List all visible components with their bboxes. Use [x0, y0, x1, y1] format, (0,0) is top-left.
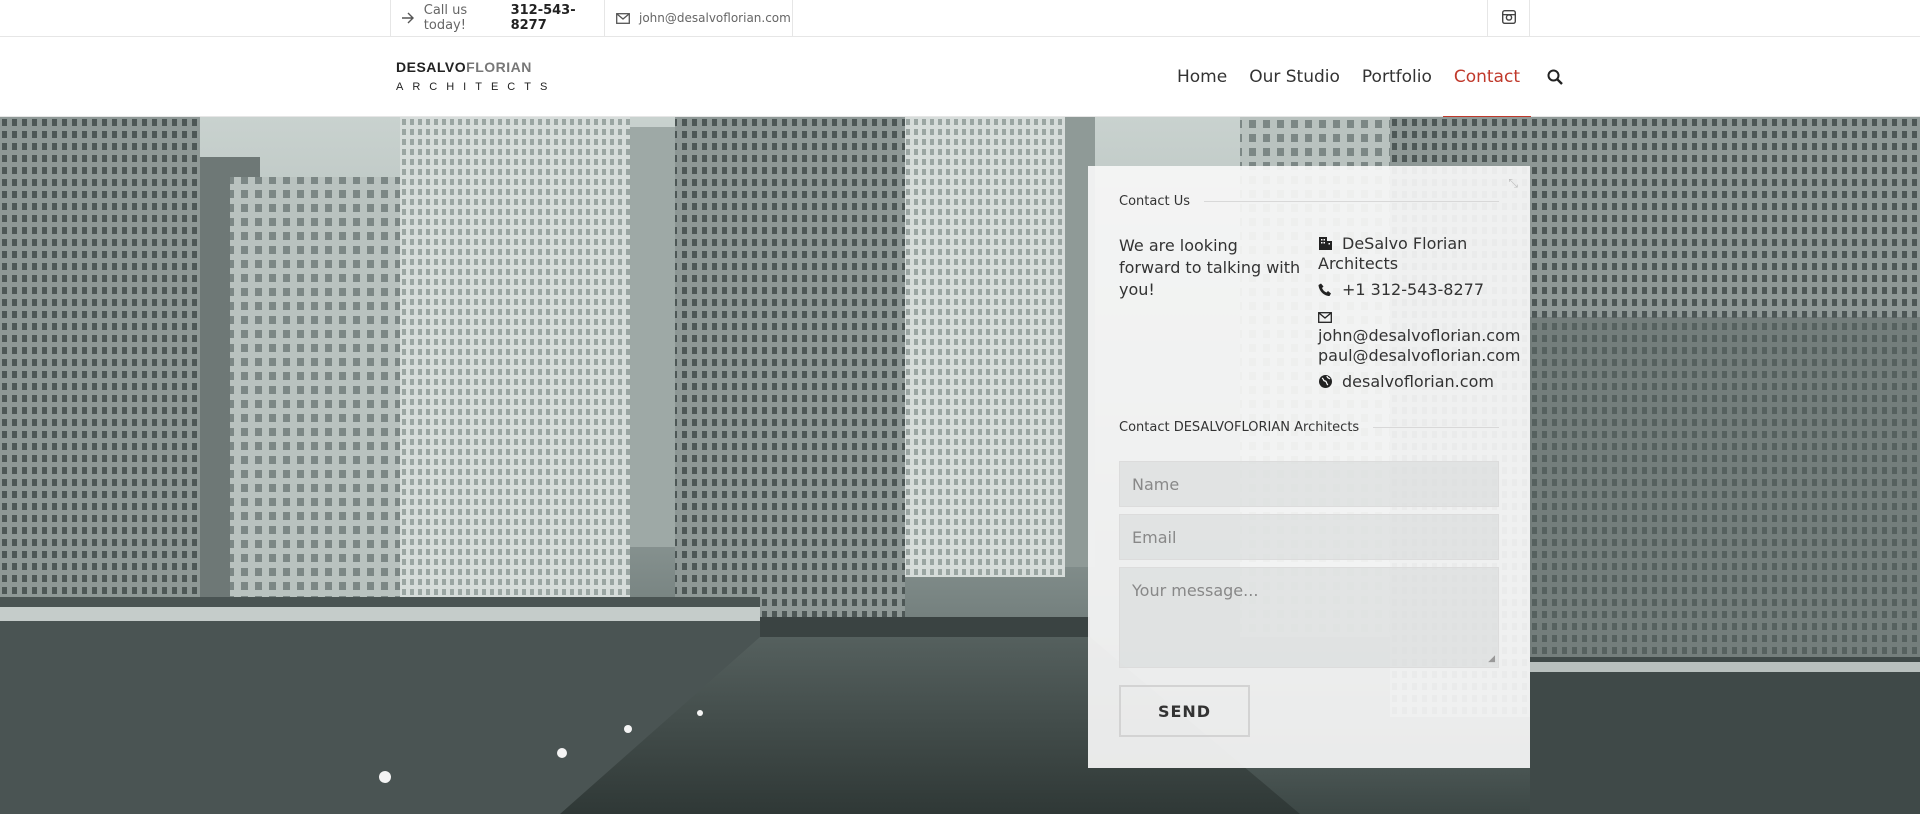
site-header: DESALVOFLORIAN ARCHITECTS Home Our Studi… — [0, 37, 1920, 118]
hero-background-image — [0, 117, 1920, 814]
divider — [1204, 201, 1499, 202]
company-name: DeSalvo Florian Architects — [1318, 234, 1468, 273]
nav-portfolio[interactable]: Portfolio — [1351, 37, 1443, 117]
nav-our-studio[interactable]: Our Studio — [1238, 37, 1351, 117]
arrow-right-icon — [401, 10, 416, 26]
message-placeholder: Your message... — [1132, 581, 1259, 600]
contact-us-title: Contact Us — [1119, 194, 1190, 209]
nav-contact[interactable]: Contact — [1442, 37, 1532, 118]
top-bar-inner: Call us today! 312-543-8277 john@desalvo… — [390, 0, 1530, 36]
resize-handle-icon[interactable]: ◢ — [1488, 654, 1495, 664]
instagram-link[interactable] — [1487, 0, 1530, 36]
send-button[interactable]: SEND — [1119, 685, 1250, 737]
main-nav: Home Our Studio Portfolio Contact — [1166, 37, 1575, 118]
contact-info: DeSalvo Florian Architects +1 312-543-82… — [1318, 234, 1520, 398]
contact-email-2[interactable]: paul@desalvoflorian.com — [1318, 346, 1520, 365]
instagram-icon — [1501, 9, 1516, 28]
nav-home[interactable]: Home — [1166, 37, 1238, 117]
logo-bold: DESALVO — [396, 59, 467, 75]
name-input[interactable]: Name — [1119, 461, 1499, 507]
message-textarea[interactable]: Your message... ◢ — [1119, 567, 1499, 668]
email-row: john@desalvoflorian.com paul@desalvoflor… — [1318, 306, 1520, 366]
site-logo[interactable]: DESALVOFLORIAN ARCHITECTS — [396, 59, 556, 93]
contact-card: ⤡ Contact Us We are looking forward to t… — [1088, 166, 1530, 768]
phone-row: +1 312-543-8277 — [1318, 280, 1508, 300]
topbar-email[interactable]: john@desalvoflorian.com — [639, 11, 791, 25]
logo-light: FLORIAN — [466, 59, 532, 75]
topbar-email-item[interactable]: john@desalvoflorian.com — [605, 0, 793, 36]
phone-icon — [1318, 282, 1334, 298]
form-heading: Contact DESALVOFLORIAN Architects — [1119, 420, 1499, 435]
logo-wordmark: DESALVOFLORIAN — [396, 59, 556, 75]
email-placeholder: Email — [1132, 527, 1177, 547]
logo-subtitle: ARCHITECTS — [396, 81, 557, 93]
form-title: Contact DESALVOFLORIAN Architects — [1119, 420, 1360, 435]
contact-us-heading: Contact Us — [1119, 194, 1499, 209]
call-us-item[interactable]: Call us today! 312-543-8277 — [390, 0, 605, 36]
contact-phone[interactable]: +1 312-543-8277 — [1342, 280, 1484, 299]
top-bar: Call us today! 312-543-8277 john@desalvo… — [0, 0, 1920, 37]
envelope-icon — [1318, 308, 1334, 324]
email-input[interactable]: Email — [1119, 514, 1499, 560]
divider — [1373, 427, 1499, 428]
globe-icon — [1318, 374, 1334, 390]
envelope-icon — [615, 10, 631, 26]
company-row: DeSalvo Florian Architects — [1318, 234, 1508, 274]
search-icon[interactable] — [1535, 37, 1575, 117]
contact-website[interactable]: desalvoflorian.com — [1342, 372, 1494, 391]
call-us-phone[interactable]: 312-543-8277 — [511, 3, 604, 33]
name-placeholder: Name — [1132, 474, 1180, 494]
contact-email-1[interactable]: john@desalvoflorian.com — [1318, 326, 1520, 345]
city-skyline-illustration — [0, 117, 1920, 814]
contact-intro: We are looking forward to talking with y… — [1119, 236, 1301, 299]
building-icon — [1318, 236, 1334, 252]
website-row: desalvoflorian.com — [1318, 372, 1508, 392]
call-us-label: Call us today! — [423, 3, 468, 33]
collapse-icon[interactable]: ⤡ — [1508, 176, 1518, 191]
